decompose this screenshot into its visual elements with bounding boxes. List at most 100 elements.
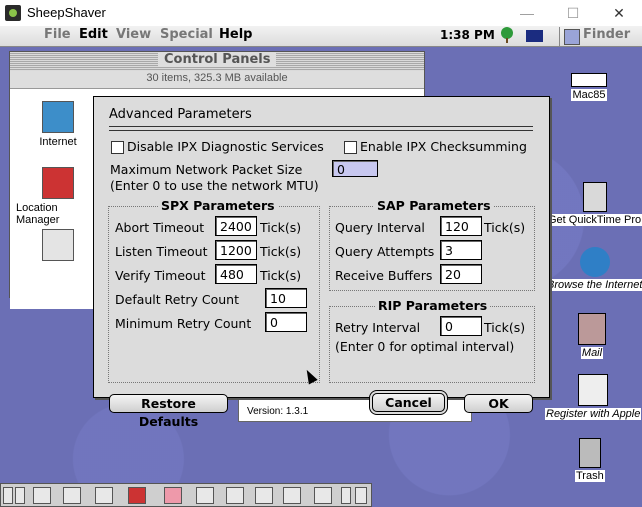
menu-edit[interactable]: Edit <box>79 27 108 42</box>
max-packet-label: Maximum Network Packet Size <box>110 162 303 177</box>
listen-timeout-field[interactable]: 1200 <box>215 240 257 260</box>
dialog-title: Advanced Parameters <box>109 107 252 122</box>
minimize-button[interactable]: — <box>504 0 550 26</box>
application-menu-label: Finder <box>583 27 631 42</box>
listen-timeout-unit: Tick(s) <box>260 244 302 259</box>
default-retry-count-field[interactable]: 10 <box>265 288 307 308</box>
control-strip-tab-icon[interactable] <box>3 487 13 504</box>
mac85-label: Mac85 <box>571 89 607 101</box>
register-pencil-icon <box>578 374 609 406</box>
application-menu[interactable]: Finder <box>559 27 642 46</box>
verify-timeout-label: Verify Timeout <box>115 268 206 283</box>
browse-internet-label: Browse the Internet <box>546 279 642 291</box>
control-strip-end-icon[interactable] <box>355 487 367 504</box>
default-retry-count-label: Default Retry Count <box>115 292 239 307</box>
disk-icon <box>571 73 607 87</box>
control-panels-info: 30 items, 325.3 MB available <box>10 72 424 89</box>
enable-ipx-checksum-label[interactable]: Enable IPX Checksumming <box>360 139 527 154</box>
strip-arrow-left-icon[interactable] <box>15 487 25 504</box>
strip-colors-icon[interactable] <box>164 487 182 504</box>
globe-icon <box>42 101 74 133</box>
query-interval-unit: Tick(s) <box>484 220 526 235</box>
get-quicktime-icon[interactable]: Get QuickTime Pro <box>547 182 642 226</box>
sheepshaver-app-icon <box>5 5 21 21</box>
menu-special[interactable]: Special <box>160 27 213 42</box>
internet-control-panel[interactable]: Internet <box>18 101 98 148</box>
globe-icon <box>579 247 610 277</box>
get-quicktime-label: Get QuickTime Pro <box>547 214 642 226</box>
modem-icon <box>42 229 74 261</box>
mail-icon <box>578 313 606 345</box>
cancel-button[interactable]: Cancel <box>372 393 445 412</box>
australia-flag-icon[interactable] <box>526 30 543 42</box>
enable-ipx-checksum-checkbox[interactable] <box>344 141 357 154</box>
register-apple-icon[interactable]: Register with Apple <box>545 374 642 420</box>
trash-icon <box>578 438 601 468</box>
control-panels-title: Control Panels <box>158 52 277 67</box>
retry-interval-unit: Tick(s) <box>484 320 526 335</box>
quicktime-movie-icon <box>582 182 607 212</box>
control-panels-title-bar[interactable]: Control Panels <box>10 52 424 71</box>
advanced-parameters-dialog: Advanced Parameters Disable IPX Diagnost… <box>93 96 550 429</box>
abort-timeout-field[interactable]: 2400 <box>215 216 257 236</box>
location-manager-control-panel[interactable]: Location Manager <box>16 167 100 226</box>
strip-web-sharing-icon[interactable] <box>255 487 273 504</box>
location-manager-label: Location Manager <box>16 202 60 226</box>
max-packet-field[interactable]: 0 <box>332 160 378 177</box>
disable-ipx-checkbox[interactable] <box>111 141 124 154</box>
trash-item[interactable]: Trash <box>575 438 605 482</box>
query-attempts-label: Query Attempts <box>335 244 435 259</box>
query-attempts-field[interactable]: 3 <box>440 240 482 260</box>
mac-menu-bar: File Edit View Special Help 1:38 PM Find… <box>0 26 642 47</box>
strip-monitor-icon[interactable] <box>33 487 51 504</box>
strip-resolution-icon[interactable] <box>196 487 214 504</box>
retry-interval-hint: (Enter 0 for optimal interval) <box>335 339 515 354</box>
minimum-retry-count-label: Minimum Retry Count <box>115 316 252 331</box>
trash-label: Trash <box>575 470 605 482</box>
abort-timeout-unit: Tick(s) <box>260 220 302 235</box>
maximize-button[interactable]: ☐ <box>550 0 596 26</box>
mac85-disk[interactable]: Mac85 <box>571 73 607 101</box>
receive-buffers-label: Receive Buffers <box>335 268 433 283</box>
query-interval-field[interactable]: 120 <box>440 216 482 236</box>
close-button[interactable]: ✕ <box>596 0 642 26</box>
mail-label: Mail <box>580 347 604 359</box>
listen-timeout-label: Listen Timeout <box>115 244 208 259</box>
minimum-retry-count-field[interactable]: 0 <box>265 312 307 332</box>
max-packet-hint: (Enter 0 to use the network MTU) <box>110 178 319 193</box>
version-text: Version: 1.3.1 <box>247 406 309 417</box>
mail-icon-item[interactable]: Mail <box>578 313 606 359</box>
sap-group-title: SAP Parameters <box>374 198 494 213</box>
strip-cd-icon[interactable] <box>63 487 81 504</box>
strip-file-sharing-icon[interactable] <box>95 487 113 504</box>
strip-location-icon[interactable] <box>128 487 146 504</box>
ok-button[interactable]: OK <box>464 394 533 413</box>
disable-ipx-label[interactable]: Disable IPX Diagnostic Services <box>127 139 324 154</box>
restore-defaults-button[interactable]: Restore Defaults <box>109 394 228 429</box>
verify-timeout-unit: Tick(s) <box>260 268 302 283</box>
strip-arrow-right-icon[interactable] <box>341 487 351 504</box>
menu-help[interactable]: Help <box>219 27 252 42</box>
host-window-title: SheepShaver <box>27 5 106 20</box>
retry-interval-field[interactable]: 0 <box>440 316 482 336</box>
register-apple-label: Register with Apple <box>545 408 642 420</box>
tree-icon[interactable] <box>500 27 514 43</box>
internet-label: Internet <box>39 136 77 148</box>
dialog-title-rule <box>109 126 533 131</box>
location-manager-icon <box>42 167 74 199</box>
receive-buffers-field[interactable]: 20 <box>440 264 482 284</box>
menu-view[interactable]: View <box>116 27 151 42</box>
mac-desktop: File Edit View Special Help 1:38 PM Find… <box>0 26 642 507</box>
query-interval-label: Query Interval <box>335 220 425 235</box>
abort-timeout-label: Abort Timeout <box>115 220 205 235</box>
strip-sound-icon[interactable] <box>283 487 301 504</box>
strip-remote-icon[interactable] <box>314 487 332 504</box>
modem-control-panel[interactable] <box>18 229 98 264</box>
browse-internet-icon[interactable]: Browse the Internet <box>546 247 642 291</box>
host-title-bar: SheepShaver — ☐ ✕ <box>0 0 642 26</box>
menu-file[interactable]: File <box>44 27 71 42</box>
menu-clock[interactable]: 1:38 PM <box>440 28 495 42</box>
strip-printer-icon[interactable] <box>226 487 244 504</box>
control-strip[interactable] <box>0 483 372 507</box>
verify-timeout-field[interactable]: 480 <box>215 264 257 284</box>
